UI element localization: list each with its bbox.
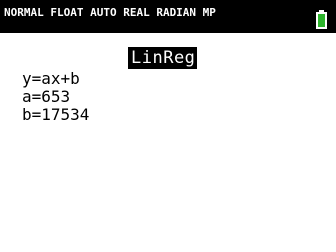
mode-status-text: NORMAL FLOAT AUTO REAL RADIAN MP [4, 6, 216, 19]
coefficient-a: a=653 [22, 87, 71, 106]
status-bar: NORMAL FLOAT AUTO REAL RADIAN MP [0, 0, 336, 33]
battery-icon [316, 10, 327, 29]
coefficient-b: b=17534 [22, 105, 90, 124]
linreg-title: LinReg [128, 47, 198, 69]
home-screen: LinReg y=ax+b a=653 b=17534 [0, 33, 336, 252]
regression-equation: y=ax+b [22, 69, 80, 88]
